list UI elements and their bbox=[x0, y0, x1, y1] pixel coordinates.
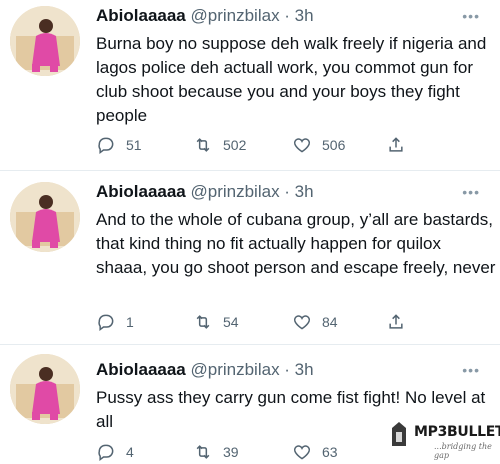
tweet-header: Abiolaaaaa @prinzbilax · 3h bbox=[96, 182, 314, 202]
bullet-logo-icon bbox=[392, 422, 406, 446]
reply-button[interactable]: 4 bbox=[96, 442, 134, 462]
tweet-actions: 1 54 84 bbox=[96, 312, 416, 334]
retweet-icon bbox=[196, 138, 210, 152]
tweet-2[interactable]: Abiolaaaaa @prinzbilax · 3h ••• And to t… bbox=[0, 174, 500, 340]
tweet-actions: 4 39 63 bbox=[96, 442, 416, 464]
author-handle-time[interactable]: @prinzbilax · 3h bbox=[191, 360, 314, 379]
divider bbox=[0, 344, 500, 345]
share-button[interactable] bbox=[386, 135, 416, 155]
like-button[interactable]: 506 bbox=[292, 135, 345, 155]
author-name[interactable]: Abiolaaaaa bbox=[96, 6, 186, 25]
retweet-button[interactable]: 54 bbox=[193, 312, 239, 332]
like-count: 506 bbox=[322, 137, 346, 153]
avatar-image bbox=[10, 354, 80, 424]
more-options-icon[interactable]: ••• bbox=[462, 8, 480, 24]
author-name[interactable]: Abiolaaaaa bbox=[96, 360, 186, 379]
retweet-button[interactable]: 502 bbox=[193, 135, 246, 155]
reply-count: 4 bbox=[126, 444, 134, 460]
watermark-tagline: ...bridging the gap bbox=[434, 442, 492, 460]
mp3bullet-watermark: MP3BULLET ...bridging the gap bbox=[390, 420, 500, 460]
tweet-text: And to the whole of cubana group, y’all … bbox=[96, 210, 496, 277]
watermark-title: MP3BULLET bbox=[414, 424, 500, 440]
reply-icon bbox=[98, 137, 114, 154]
more-options-icon[interactable]: ••• bbox=[462, 362, 480, 378]
avatar-image bbox=[10, 6, 80, 76]
author-name[interactable]: Abiolaaaaa bbox=[96, 182, 186, 201]
tweet-text: Burna boy no suppose deh walk freely if … bbox=[96, 34, 487, 125]
avatar[interactable] bbox=[10, 6, 80, 76]
retweet-icon bbox=[196, 315, 210, 329]
share-icon bbox=[389, 314, 403, 329]
tweet-1[interactable]: Abiolaaaaa @prinzbilax · 3h ••• Burna bo… bbox=[0, 0, 500, 166]
divider bbox=[0, 170, 500, 171]
reply-icon bbox=[98, 444, 114, 461]
reply-button[interactable]: 1 bbox=[96, 312, 134, 332]
heart-icon bbox=[293, 138, 311, 153]
retweet-button[interactable]: 39 bbox=[193, 442, 239, 462]
avatar[interactable] bbox=[10, 354, 80, 424]
reply-icon bbox=[98, 314, 114, 331]
like-count: 84 bbox=[322, 314, 338, 330]
tweet-header: Abiolaaaaa @prinzbilax · 3h bbox=[96, 360, 314, 380]
more-options-icon[interactable]: ••• bbox=[462, 184, 480, 200]
reply-count: 1 bbox=[126, 314, 134, 330]
retweet-icon bbox=[196, 445, 210, 459]
like-count: 63 bbox=[322, 444, 338, 460]
tweet-header: Abiolaaaaa @prinzbilax · 3h bbox=[96, 6, 314, 26]
heart-icon bbox=[293, 315, 311, 330]
avatar-image bbox=[10, 182, 80, 252]
reply-button[interactable]: 51 bbox=[96, 135, 142, 155]
like-button[interactable]: 63 bbox=[292, 442, 338, 462]
tweet-actions: 51 502 506 bbox=[96, 135, 416, 157]
share-icon bbox=[389, 137, 403, 152]
avatar[interactable] bbox=[10, 182, 80, 252]
retweet-count: 502 bbox=[223, 137, 247, 153]
share-button[interactable] bbox=[386, 312, 416, 332]
retweet-count: 39 bbox=[223, 444, 239, 460]
retweet-count: 54 bbox=[223, 314, 239, 330]
heart-icon bbox=[293, 445, 311, 460]
reply-count: 51 bbox=[126, 137, 142, 153]
author-handle-time[interactable]: @prinzbilax · 3h bbox=[191, 182, 314, 201]
like-button[interactable]: 84 bbox=[292, 312, 338, 332]
author-handle-time[interactable]: @prinzbilax · 3h bbox=[191, 6, 314, 25]
